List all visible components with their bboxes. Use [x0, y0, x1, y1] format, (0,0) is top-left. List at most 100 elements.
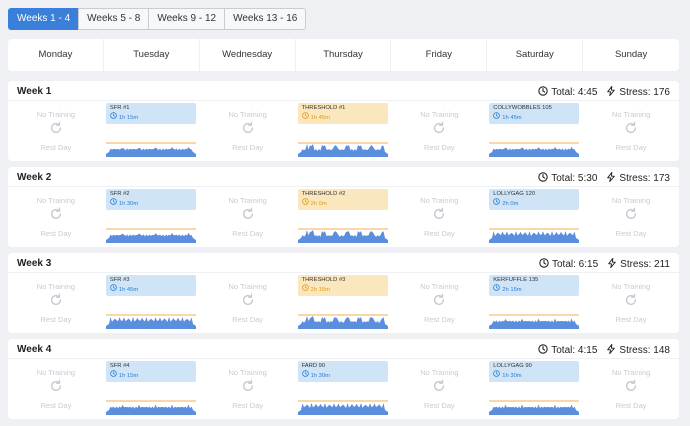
no-training-label: No Training — [420, 110, 459, 119]
workout-day-cell[interactable]: FARD 90 1h 30m — [296, 359, 392, 419]
clock-icon — [301, 284, 311, 295]
rest-day-label: Rest Day — [40, 315, 72, 324]
week-stress-text: Stress: 148 — [619, 345, 670, 356]
rest-day-cell[interactable]: No Training Rest Day — [391, 273, 487, 333]
workout-profile-chart — [105, 400, 196, 415]
tab-weeks-1-4[interactable]: Weeks 1 - 4 — [8, 8, 80, 30]
workout-duration: 2h 0m — [301, 198, 384, 209]
workout-card[interactable]: COLLYWOBBLES 105 1h 45m — [489, 103, 580, 124]
workout-day-cell[interactable]: LOLLYGAG 90 1h 30m — [487, 359, 583, 419]
workout-day-cell[interactable]: SFR #2 1h 30m — [104, 187, 200, 247]
workout-day-cell[interactable]: SFR #3 1h 45m — [104, 273, 200, 333]
workout-day-cell[interactable]: COLLYWOBBLES 105 1h 45m — [487, 101, 583, 161]
day-header-thursday: Thursday — [296, 39, 392, 71]
workout-duration: 1h 45m — [301, 112, 384, 123]
refresh-icon — [391, 293, 487, 307]
rest-day-cell[interactable]: No Training Rest Day — [583, 187, 679, 247]
workout-card[interactable]: KERFUFFLE 135 2h 15m — [489, 275, 580, 296]
no-training-label: No Training — [36, 282, 76, 291]
day-header-wednesday: Wednesday — [200, 39, 296, 71]
workout-duration-text: 1h 45m — [502, 114, 522, 121]
week-stress: Stress: 211 — [607, 257, 670, 271]
rest-day-cell[interactable]: No Training Rest Day — [583, 273, 679, 333]
workout-card[interactable]: SFR #2 1h 30m — [105, 189, 196, 210]
workout-profile-chart — [489, 228, 580, 243]
rest-day-label: Rest Day — [40, 401, 72, 410]
workout-card[interactable]: LOLLYGAG 120 2h 0m — [489, 189, 580, 210]
workout-card[interactable]: SFR #4 1h 15m — [105, 361, 196, 382]
workout-duration-text: 2h 15m — [310, 286, 330, 293]
intensity-profile — [297, 403, 388, 415]
workout-duration-text: 2h 0m — [310, 200, 327, 207]
rest-day-label: Rest Day — [615, 315, 647, 324]
tab-weeks-13-16[interactable]: Weeks 13 - 16 — [224, 8, 307, 30]
no-training-label: No Training — [611, 368, 651, 377]
workout-day-cell[interactable]: LOLLYGAG 120 2h 0m — [487, 187, 583, 247]
workout-day-cell[interactable]: SFR #4 1h 15m — [104, 359, 200, 419]
rest-day-cell[interactable]: No Training Rest Day — [200, 187, 296, 247]
workout-card[interactable]: THRESHOLD #3 2h 15m — [297, 275, 388, 296]
workout-name: SFR #4 — [109, 363, 130, 369]
day-header-saturday: Saturday — [487, 39, 584, 71]
rest-day-cell[interactable]: No Training Rest Day — [8, 359, 104, 419]
rest-day-cell[interactable]: No Training Rest Day — [200, 101, 296, 161]
workout-name: LOLLYGAG 120 — [493, 191, 536, 197]
rest-day-cell[interactable]: No Training Rest Day — [8, 187, 104, 247]
rest-day-cell[interactable]: No Training Rest Day — [583, 359, 679, 419]
workout-duration: 1h 15m — [110, 112, 192, 123]
workout-duration: 2h 15m — [493, 284, 575, 295]
refresh-icon — [8, 121, 104, 135]
workout-duration: 1h 45m — [493, 112, 575, 123]
intensity-profile — [105, 232, 196, 243]
workout-day-cell[interactable]: THRESHOLD #2 2h 0m — [296, 187, 392, 247]
clock-icon — [301, 112, 311, 123]
workout-duration-text: 1h 45m — [118, 286, 139, 293]
weekday-header: Monday Tuesday Wednesday Thursday Friday… — [8, 39, 679, 71]
refresh-icon — [200, 379, 296, 393]
rest-day-cell[interactable]: No Training Rest Day — [200, 359, 296, 419]
workout-profile-chart — [489, 314, 580, 329]
refresh-icon — [391, 207, 487, 221]
week-days: No Training Rest Day SFR #1 1h 15m No Tr… — [8, 101, 679, 161]
workout-day-cell[interactable]: KERFUFFLE 135 2h 15m — [487, 273, 583, 333]
intensity-profile — [105, 404, 196, 415]
workout-day-cell[interactable]: THRESHOLD #1 1h 45m — [296, 101, 392, 161]
week-stress-text: Stress: 176 — [619, 87, 670, 98]
workout-card[interactable]: LOLLYGAG 90 1h 30m — [489, 361, 580, 382]
week-days: No Training Rest Day SFR #2 1h 30m No Tr… — [8, 187, 679, 247]
week-panel: Week 2 Total: 5:30 Stress: 173 No Traini… — [8, 167, 679, 247]
week-stress: Stress: 173 — [606, 171, 670, 185]
workout-card[interactable]: THRESHOLD #2 2h 0m — [297, 189, 388, 210]
rest-day-cell[interactable]: No Training Rest Day — [8, 101, 104, 161]
intensity-profile — [297, 230, 388, 243]
workout-card[interactable]: SFR #1 1h 15m — [105, 103, 196, 124]
tab-weeks-9-12[interactable]: Weeks 9 - 12 — [148, 8, 226, 30]
refresh-icon — [8, 293, 104, 307]
refresh-icon — [583, 121, 679, 135]
refresh-icon — [391, 379, 487, 393]
rest-day-cell[interactable]: No Training Rest Day — [583, 101, 679, 161]
workout-card[interactable]: FARD 90 1h 30m — [297, 361, 388, 382]
rest-day-cell[interactable]: No Training Rest Day — [8, 273, 104, 333]
workout-day-cell[interactable]: SFR #1 1h 15m — [104, 101, 200, 161]
workout-duration: 1h 15m — [110, 370, 192, 381]
no-training-label: No Training — [228, 196, 267, 205]
rest-day-cell[interactable]: No Training Rest Day — [200, 273, 296, 333]
rest-day-cell[interactable]: No Training Rest Day — [391, 187, 487, 247]
workout-duration-text: 1h 15m — [118, 114, 139, 121]
rest-day-cell[interactable]: No Training Rest Day — [391, 359, 487, 419]
workout-card[interactable]: SFR #3 1h 45m — [105, 275, 196, 296]
workout-day-cell[interactable]: THRESHOLD #3 2h 15m — [296, 273, 392, 333]
workout-card[interactable]: THRESHOLD #1 1h 45m — [297, 103, 388, 124]
clock-icon — [538, 86, 551, 99]
no-training-label: No Training — [228, 282, 267, 291]
workout-profile-chart — [297, 228, 388, 243]
clock-icon — [493, 198, 502, 209]
tab-weeks-5-8[interactable]: Weeks 5 - 8 — [78, 8, 150, 30]
rest-day-cell[interactable]: No Training Rest Day — [391, 101, 487, 161]
week-total: Total: 4:45 — [538, 86, 597, 99]
refresh-icon — [8, 207, 104, 221]
no-training-label: No Training — [420, 196, 459, 205]
rest-day-label: Rest Day — [232, 401, 264, 410]
rest-day-label: Rest Day — [40, 143, 72, 152]
